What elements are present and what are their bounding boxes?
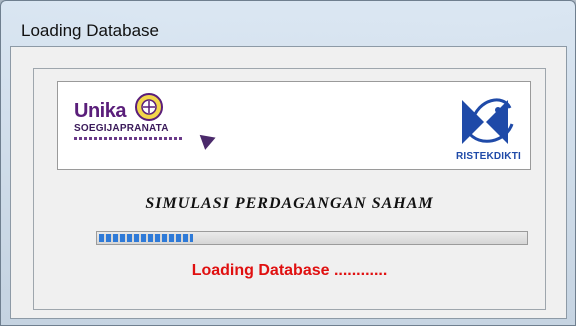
unika-logo-subtitle: SOEGIJAPRANATA — [74, 123, 169, 134]
ristekdikti-logo-text: RISTEKDIKTI — [456, 151, 521, 162]
unika-logo: Unika SOEGIJAPRANATA — [74, 93, 244, 160]
ristekdikti-logo: RISTEKDIKTI — [454, 92, 521, 162]
logo-banner: Unika SOEGIJAPRANATA RISTEKDIKTI — [57, 81, 531, 170]
university-seal-icon — [135, 93, 163, 121]
loading-status-text: Loading Database ............ — [191, 262, 388, 279]
unika-logo-text: Unika — [74, 100, 126, 122]
progress-bar-fill — [99, 234, 193, 242]
window-client-area: Unika SOEGIJAPRANATA RISTEKDIKTI SIMULAS… — [10, 46, 567, 319]
loading-progress-bar — [96, 231, 528, 245]
ristekdikti-emblem-icon — [462, 98, 514, 144]
loading-window: Loading Database Unika SOEGIJAPRANATA RI… — [0, 0, 576, 326]
unika-logo-triangle-icon — [199, 130, 219, 150]
window-title: Loading Database — [21, 21, 160, 40]
unika-logo-tagline-mark — [74, 137, 184, 140]
app-title: SIMULASI PERDAGANGAN SAHAM — [145, 195, 434, 212]
loading-group-box: Unika SOEGIJAPRANATA RISTEKDIKTI SIMULAS… — [33, 68, 546, 310]
